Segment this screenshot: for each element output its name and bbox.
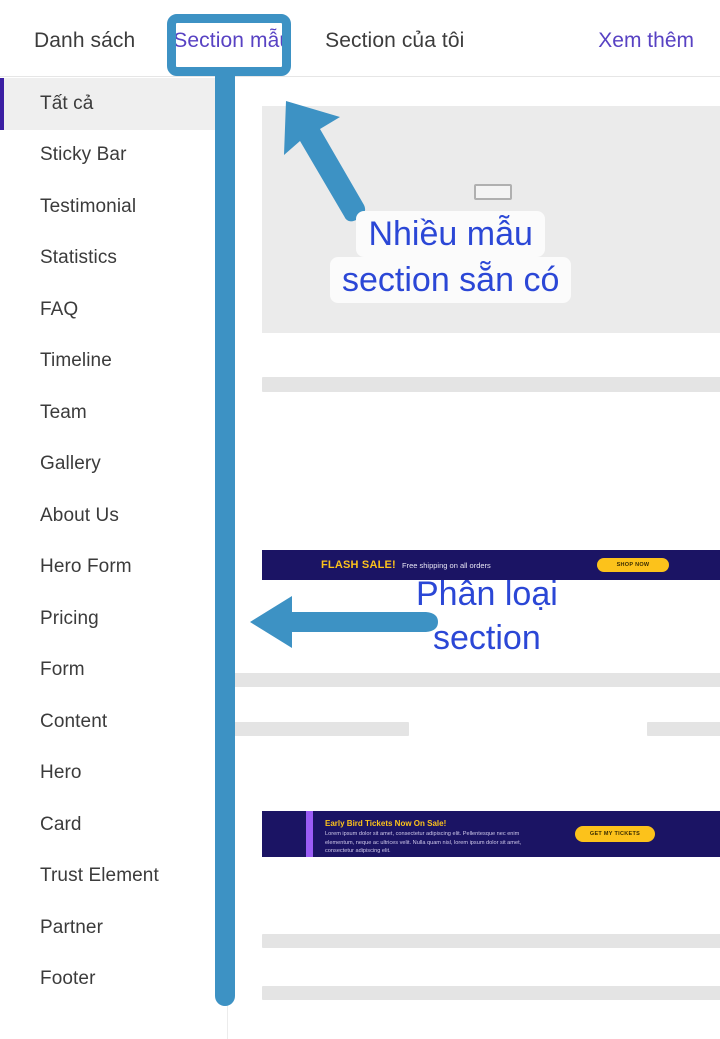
shop-now-button[interactable]: SHOP NOW [597,558,669,572]
sidebar-item-label: Card [40,813,82,835]
skeleton-bar [229,673,691,687]
sidebar-item-label: Sticky Bar [40,144,127,166]
flash-sale-subtitle: Free shipping on all orders [402,561,491,570]
sidebar-item-label: Gallery [40,453,101,475]
sidebar-item-testimonial[interactable]: Testimonial [0,181,227,233]
see-more-link[interactable]: Xem thêm [598,28,694,54]
skeleton-bar [262,986,720,1000]
sidebar-item-footer[interactable]: Footer [0,954,227,1006]
sidebar-item-trust-element[interactable]: Trust Element [0,851,227,903]
skeleton-bar [262,377,720,392]
sidebar-item-label: Timeline [40,350,112,372]
get-my-tickets-button[interactable]: GET MY TICKETS [575,826,655,842]
sidebar-item-about-us[interactable]: About Us [0,490,227,542]
sidebar-item-sticky-bar[interactable]: Sticky Bar [0,130,227,182]
sidebar-item-label: About Us [40,504,119,526]
sidebar-item-label: Tất cả [40,92,94,114]
flash-sale-title: FLASH SALE! [321,559,396,571]
tab-section-cua-toi[interactable]: Section của tôi [325,28,486,54]
section-template-list: FLASH SALE! Free shipping on all orders … [229,78,720,1039]
tab-section-mau[interactable]: Section mẫu [163,28,325,54]
sidebar-item-hero-form[interactable]: Hero Form [0,542,227,594]
early-bird-body: Lorem ipsum dolor sit amet, consectetur … [325,831,522,854]
section-preview-early-bird[interactable]: Early Bird Tickets Now On Sale! Lorem ip… [262,811,720,857]
skeleton-bar [647,722,720,736]
placeholder-chip-icon [474,184,512,200]
section-preview-flash-sale[interactable]: FLASH SALE! Free shipping on all orders … [262,550,720,580]
sidebar-item-label: Team [40,401,87,423]
sidebar-item-pricing[interactable]: Pricing [0,593,227,645]
skeleton-bar [262,934,720,948]
sidebar-item-label: Testimonial [40,195,137,217]
sidebar-item-tat-ca[interactable]: Tất cả [0,78,227,130]
sidebar-item-label: Statistics [40,247,118,269]
tab-list: Danh sách Section mẫu Section của tôi [34,28,486,54]
category-sidebar[interactable]: Tất cả Sticky Bar Testimonial Statistics… [0,78,228,1039]
sidebar-item-hero[interactable]: Hero [0,748,227,800]
sidebar-item-team[interactable]: Team [0,387,227,439]
section-preview-placeholder[interactable] [262,106,720,333]
top-tab-bar: Danh sách Section mẫu Section của tôi Xe… [0,0,720,77]
sidebar-item-statistics[interactable]: Statistics [0,233,227,285]
sidebar-item-gallery[interactable]: Gallery [0,439,227,491]
sidebar-item-timeline[interactable]: Timeline [0,336,227,388]
sidebar-item-form[interactable]: Form [0,645,227,697]
early-bird-title: Early Bird Tickets Now On Sale! [325,819,447,828]
sidebar-item-label: Form [40,659,85,681]
sidebar-item-label: Hero Form [40,556,132,578]
sidebar-item-label: Pricing [40,607,99,629]
sidebar-item-label: Footer [40,968,96,990]
skeleton-bar [229,722,409,736]
tab-danh-sach[interactable]: Danh sách [34,28,163,54]
accent-bar [306,811,313,857]
skeleton-bar [659,673,720,687]
sidebar-item-label: Hero [40,762,82,784]
sidebar-item-faq[interactable]: FAQ [0,284,227,336]
sidebar-item-label: Content [40,710,108,732]
sidebar-item-card[interactable]: Card [0,799,227,851]
sidebar-item-label: Trust Element [40,865,159,887]
sidebar-item-label: Partner [40,916,104,938]
sidebar-item-content[interactable]: Content [0,696,227,748]
sidebar-item-partner[interactable]: Partner [0,902,227,954]
sidebar-item-label: FAQ [40,298,79,320]
